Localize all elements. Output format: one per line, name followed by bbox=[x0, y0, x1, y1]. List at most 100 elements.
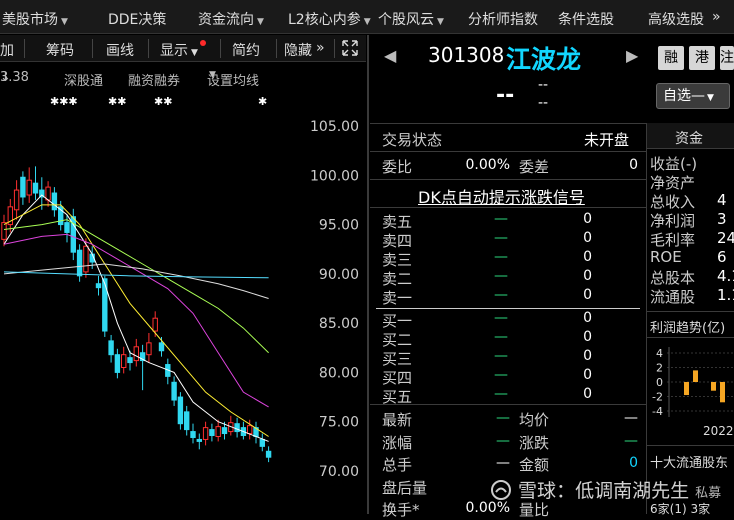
sell-row-label: 卖一 bbox=[382, 289, 413, 307]
menu-item-capital-flow[interactable]: 资金流向 ▼ bbox=[198, 9, 264, 29]
watchlist-select-dash: — bbox=[691, 88, 705, 104]
quote-header: ◀ 301308 江波龙 ▶ -- -- -- bbox=[370, 35, 646, 123]
mini-y-tick: 0 bbox=[656, 376, 663, 389]
toolbar-more-button[interactable]: » bbox=[316, 40, 325, 56]
divider-line bbox=[370, 207, 646, 208]
menu-item-label: 资金流向 bbox=[198, 12, 254, 28]
fund-row-label: 净利润 bbox=[650, 212, 696, 230]
dk-signal-title[interactable]: DK点自动提示涨跌信号 bbox=[418, 184, 585, 208]
candle-body bbox=[234, 423, 240, 433]
divider-line bbox=[370, 151, 646, 152]
toolbar-display-label: 显示 bbox=[160, 43, 188, 59]
toolbar-chips-button[interactable]: 筹码 bbox=[46, 40, 74, 60]
fundamentals-panel: 资金 收益(-)净资产总收入4净利润3毛利率24ROE6总股本4.1流通股1.1… bbox=[646, 123, 734, 516]
sell-row-label: 卖四 bbox=[382, 232, 413, 250]
bid-diff-value: 0 bbox=[629, 157, 638, 173]
fund-row-value: 4 bbox=[717, 191, 727, 209]
menu-item-label: 美股市场 bbox=[2, 12, 58, 28]
sell-row-price[interactable]: — bbox=[486, 230, 516, 246]
candle-body bbox=[171, 381, 177, 401]
stat-value: — bbox=[496, 410, 510, 426]
toolbar-add-button[interactable]: 加 bbox=[0, 40, 14, 60]
profit-trend-label[interactable]: 利润趋势(亿) bbox=[650, 317, 725, 336]
candle-body bbox=[152, 317, 158, 332]
next-stock-arrow-icon[interactable]: ▶ bbox=[626, 46, 638, 65]
toolbar-divider bbox=[24, 39, 25, 58]
caret-down-icon: ▼ bbox=[209, 70, 216, 80]
menu-item-label: 个股风云 bbox=[378, 12, 434, 28]
mini-year-label: 2022 bbox=[703, 424, 734, 438]
menu-item-advanced[interactable]: 高级选股 bbox=[648, 9, 704, 29]
stock-code: 301308 bbox=[428, 43, 505, 67]
sell-row-price[interactable]: — bbox=[486, 268, 516, 284]
menu-more-button[interactable]: » bbox=[712, 9, 721, 25]
margin-button[interactable]: 融 bbox=[658, 46, 684, 70]
toolbar-hide-button[interactable]: 隐藏 bbox=[284, 40, 312, 60]
bid-ratio-label: 委比 bbox=[382, 158, 413, 176]
caret-down-icon: ▼ bbox=[707, 93, 714, 103]
toolbar-draw-button[interactable]: 画线 bbox=[106, 40, 134, 60]
fund-row-value: 1.1 bbox=[717, 286, 734, 304]
last-price: -- bbox=[496, 83, 515, 108]
y-tick-label: 85.00 bbox=[319, 316, 359, 332]
mini-bar bbox=[720, 382, 725, 403]
watermark-suffix: 私募 bbox=[695, 486, 722, 501]
prev-stock-arrow-icon[interactable]: ◀ bbox=[384, 46, 396, 65]
snowball-logo-icon bbox=[491, 480, 511, 500]
candle-body bbox=[215, 426, 221, 437]
sell-row-price[interactable]: — bbox=[486, 287, 516, 303]
sell-row-label: 卖二 bbox=[382, 270, 413, 288]
sell-row-price[interactable]: — bbox=[486, 211, 516, 227]
candle-body bbox=[133, 346, 140, 362]
menu-item-us-market[interactable]: 美股市场 ▼ bbox=[2, 9, 68, 29]
margin-trading-link[interactable]: 融资融券 bbox=[128, 70, 180, 89]
toolbar-simple-button[interactable]: 简约 bbox=[232, 40, 260, 60]
indicator-line: 3.38 ↓ 深股通 融资融券 设置均线 ▼ bbox=[0, 70, 366, 89]
expand-arrows-icon[interactable] bbox=[342, 40, 358, 56]
watchlist-select[interactable]: 自选— ▼ bbox=[656, 83, 730, 109]
profit-trend-chart: 4 20 -2-4 2022 bbox=[652, 347, 734, 438]
candle-body bbox=[114, 354, 121, 373]
buy-row-price[interactable]: — bbox=[486, 348, 516, 364]
buy-row-price[interactable]: — bbox=[486, 367, 516, 383]
candle-body bbox=[83, 245, 89, 273]
candle-body bbox=[202, 427, 209, 440]
menu-item-label: 高级选股 bbox=[648, 12, 704, 28]
moving-average-line bbox=[3, 204, 269, 437]
sz-connect-link[interactable]: 深股通 bbox=[64, 70, 103, 89]
stat-value: — bbox=[624, 432, 638, 449]
fund-header[interactable]: 资金 bbox=[647, 123, 734, 149]
menu-item-dde[interactable]: DDE决策 bbox=[108, 9, 166, 29]
top10-holders-label[interactable]: 十大流通股东 bbox=[650, 452, 728, 471]
sell-row-label: 卖五 bbox=[382, 213, 413, 231]
stat-label: 换手* bbox=[382, 501, 420, 519]
menu-item-analyst[interactable]: 分析师指数 bbox=[468, 9, 538, 29]
hk-connect-button[interactable]: 港 bbox=[689, 46, 715, 70]
moving-average-line bbox=[3, 271, 269, 279]
candle-body bbox=[177, 396, 184, 425]
trade-status-value: 未开盘 bbox=[584, 131, 630, 149]
buy-row-price[interactable]: — bbox=[486, 310, 516, 326]
y-tick-label: 70.00 bbox=[319, 464, 359, 480]
buy-row-label: 买二 bbox=[382, 331, 413, 349]
stat-label: 最新 bbox=[382, 411, 413, 429]
watermark-text: ：低调南湖先生 bbox=[556, 480, 690, 502]
candle-body bbox=[196, 438, 203, 442]
buy-row-price[interactable]: — bbox=[486, 329, 516, 345]
divider-line bbox=[647, 311, 734, 312]
y-tick-label: 100.00 bbox=[310, 168, 359, 184]
stat-label: 涨跌 bbox=[519, 433, 550, 452]
sell-row-price[interactable]: — bbox=[486, 249, 516, 265]
watchlist-select-value: 自选 bbox=[663, 88, 691, 104]
candlestick-chart[interactable]: 105.00 100.00 95.00 90.00 85.00 80.00 75.00 70.… bbox=[0, 88, 366, 514]
menu-item-condition[interactable]: 条件选股 bbox=[558, 9, 614, 29]
menu-item-l2[interactable]: L2核心内参 ▼ bbox=[288, 9, 371, 29]
fund-row-label: 流通股 bbox=[650, 288, 696, 306]
note-button[interactable]: 注 bbox=[720, 46, 734, 70]
toolbar-display-button[interactable]: 显示 ▼ bbox=[160, 40, 206, 60]
menu-item-stock-news[interactable]: 个股风云 ▼ bbox=[378, 9, 444, 29]
divider-line bbox=[370, 179, 646, 180]
buy-row-price[interactable]: — bbox=[486, 386, 516, 402]
sell-row-volume: 0 bbox=[583, 287, 592, 303]
watermark-brand: 雪球 bbox=[518, 480, 557, 502]
